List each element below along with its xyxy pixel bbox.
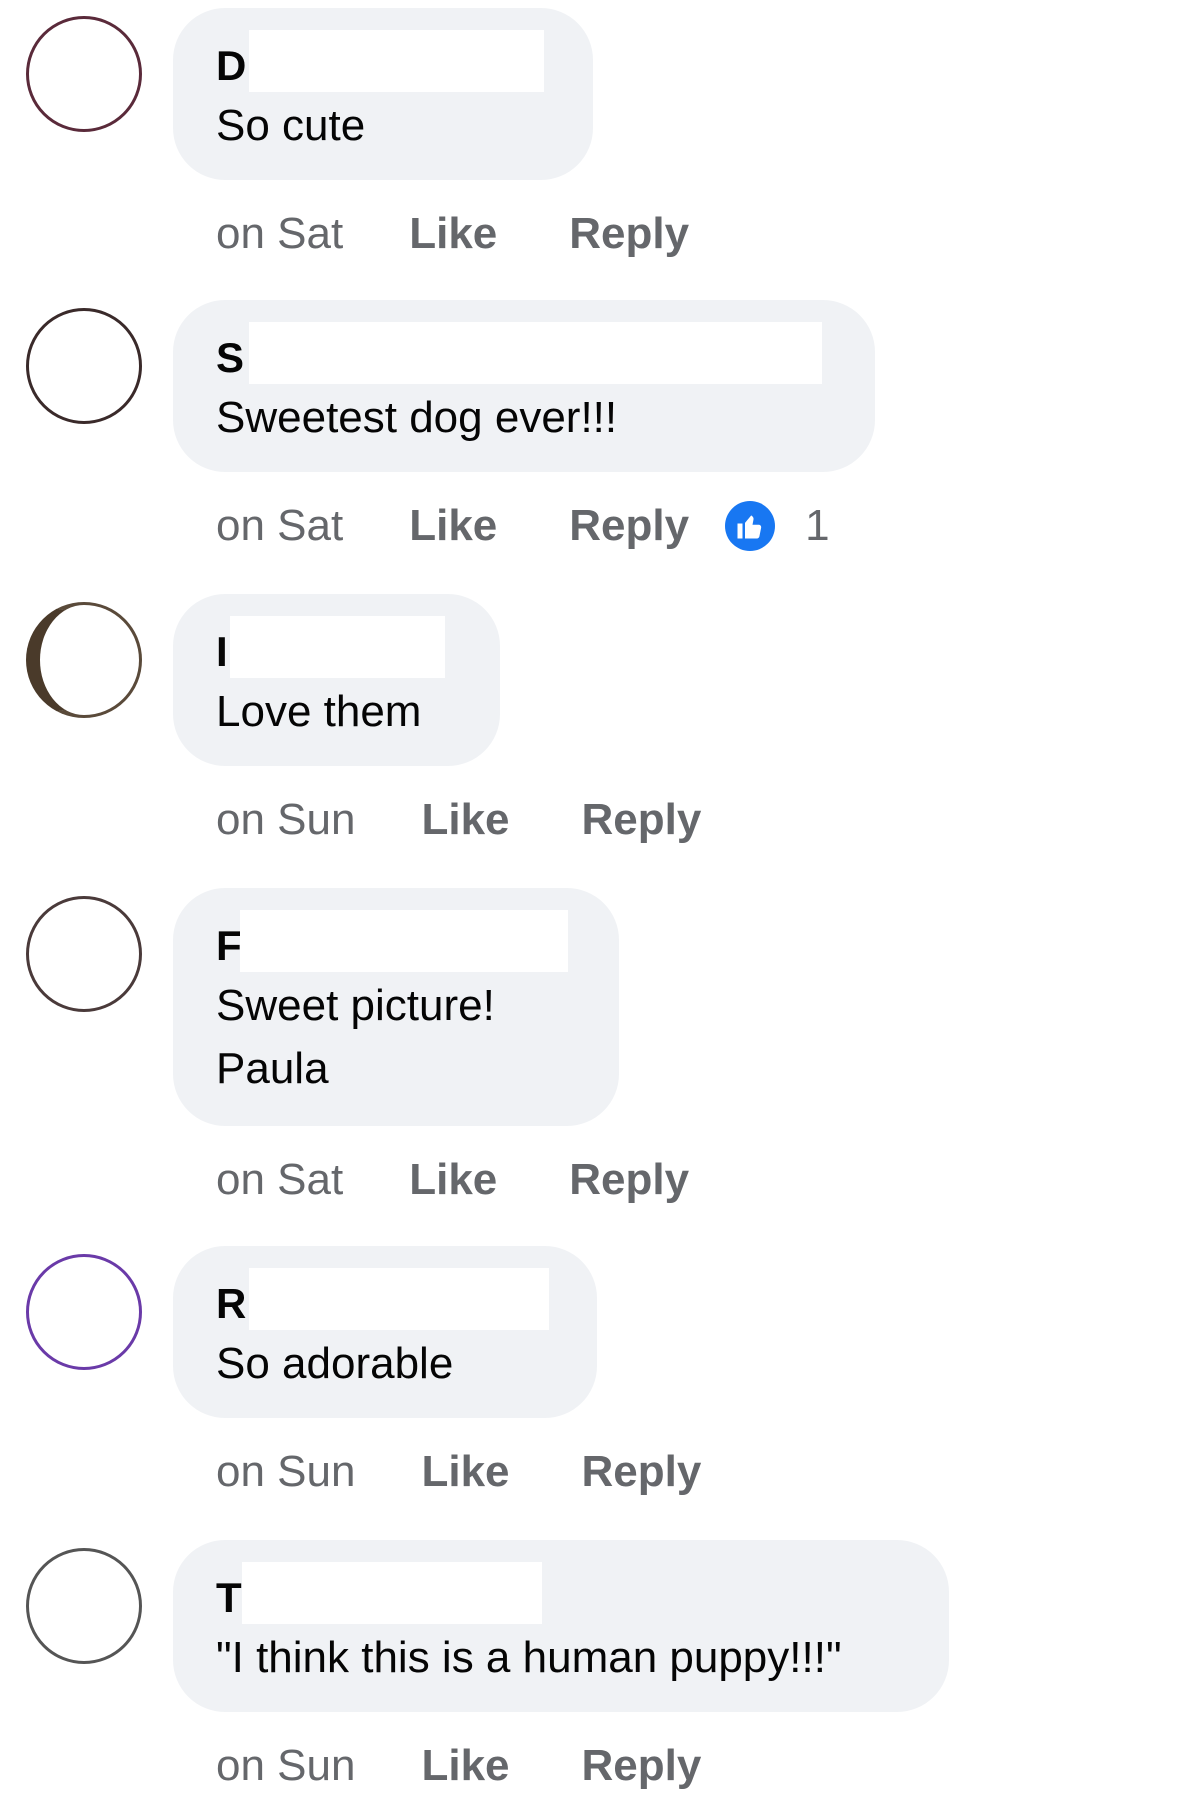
author-row: D xyxy=(216,30,549,94)
avatar[interactable] xyxy=(26,308,142,424)
reply-button[interactable]: Reply xyxy=(569,498,689,554)
reply-button[interactable]: Reply xyxy=(569,206,689,262)
like-button[interactable]: Like xyxy=(409,206,497,262)
like-button[interactable]: Like xyxy=(421,1444,509,1500)
reply-button[interactable]: Reply xyxy=(582,1738,702,1794)
redaction-box xyxy=(242,1562,542,1624)
author-name[interactable]: I xyxy=(216,624,228,680)
author-name[interactable]: S xyxy=(216,330,244,386)
author-row: S xyxy=(216,322,831,386)
avatar[interactable] xyxy=(26,16,142,132)
reply-button[interactable]: Reply xyxy=(582,792,702,848)
reply-button[interactable]: Reply xyxy=(569,1152,689,1208)
comment-meta: on Sat Like Reply xyxy=(216,1152,689,1208)
author-name[interactable]: D xyxy=(216,38,246,94)
comment-bubble[interactable]: D So cute xyxy=(173,8,593,180)
avatar[interactable] xyxy=(26,1548,142,1664)
redaction-box xyxy=(249,1268,549,1330)
comment-text: Sweetest dog ever!!! xyxy=(216,393,618,442)
avatar[interactable] xyxy=(26,896,142,1012)
comment-text: So cute xyxy=(216,101,366,150)
comment-meta: on Sun Like Reply xyxy=(216,1738,701,1794)
redaction-box xyxy=(249,322,822,384)
like-button[interactable]: Like xyxy=(409,1152,497,1208)
like-button[interactable]: Like xyxy=(421,1738,509,1794)
avatar[interactable] xyxy=(26,602,142,718)
comment-text: Love them xyxy=(216,687,422,736)
author-name[interactable]: T xyxy=(216,1570,242,1626)
like-button[interactable]: Like xyxy=(409,498,497,554)
author-row: F xyxy=(216,910,575,974)
comment-bubble[interactable]: I Love them xyxy=(173,594,500,766)
author-name[interactable]: F xyxy=(216,918,242,974)
comment-time[interactable]: on Sat xyxy=(216,206,343,262)
comment-bubble[interactable]: R So adorable xyxy=(173,1246,597,1418)
author-row: R xyxy=(216,1268,553,1332)
comment-meta: on Sat Like Reply xyxy=(216,206,689,262)
comment-text: Sweet picture! Paula xyxy=(216,981,495,1093)
comment-meta: on Sun Like Reply xyxy=(216,792,701,848)
comment-time[interactable]: on Sun xyxy=(216,1444,355,1500)
comment-text: So adorable xyxy=(216,1339,454,1388)
comment-time[interactable]: on Sun xyxy=(216,1738,355,1794)
reply-button[interactable]: Reply xyxy=(582,1444,702,1500)
comment-bubble[interactable]: T "I think this is a human puppy!!!" xyxy=(173,1540,949,1712)
reaction-count: 1 xyxy=(805,501,830,550)
like-button[interactable]: Like xyxy=(421,792,509,848)
comment-time[interactable]: on Sun xyxy=(216,792,355,848)
reaction-summary[interactable]: 1 xyxy=(725,498,830,554)
redaction-box xyxy=(240,910,568,972)
redaction-box xyxy=(249,30,544,92)
like-icon xyxy=(725,501,776,551)
comment-meta: on Sun Like Reply xyxy=(216,1444,701,1500)
author-name[interactable]: R xyxy=(216,1276,246,1332)
comment-bubble[interactable]: S Sweetest dog ever!!! xyxy=(173,300,875,472)
redaction-box xyxy=(230,616,445,678)
author-row: I xyxy=(216,616,456,680)
comment-meta: on Sat Like Reply 1 xyxy=(216,498,830,554)
avatar[interactable] xyxy=(26,1254,142,1370)
comment-text: "I think this is a human puppy!!!" xyxy=(216,1633,842,1682)
comment-time[interactable]: on Sat xyxy=(216,498,343,554)
author-row: T xyxy=(216,1562,905,1626)
comment-bubble[interactable]: F Sweet picture! Paula xyxy=(173,888,619,1126)
comment-time[interactable]: on Sat xyxy=(216,1152,343,1208)
